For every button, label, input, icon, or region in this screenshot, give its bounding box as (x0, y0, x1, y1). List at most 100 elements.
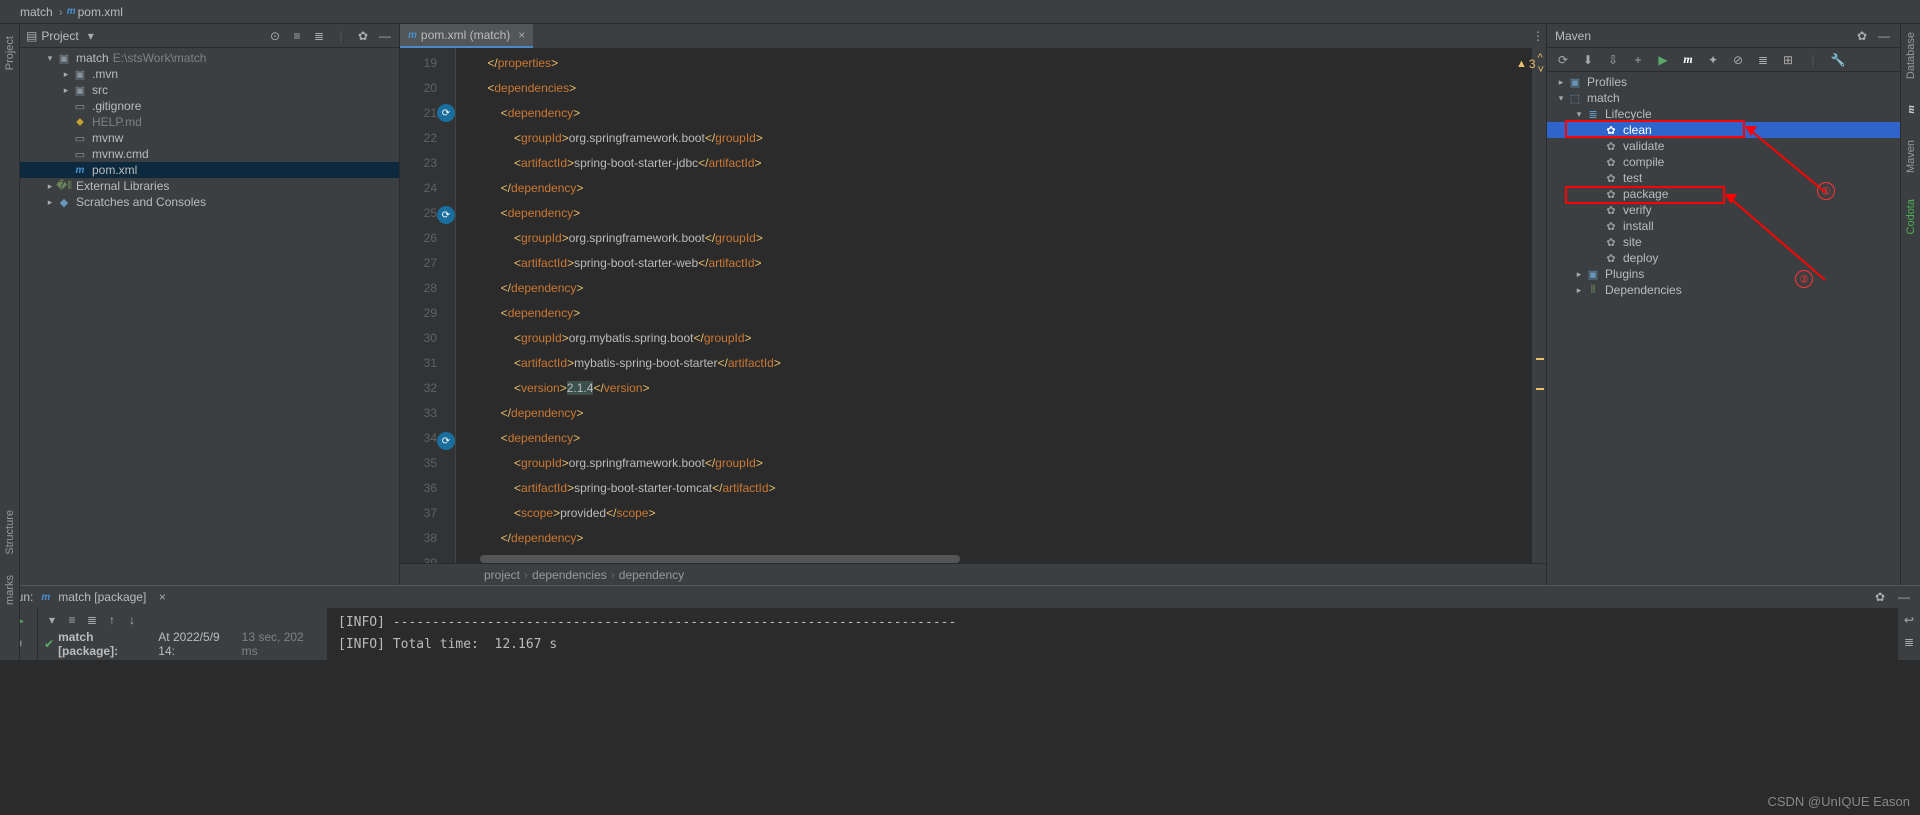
down-icon[interactable]: ↓ (124, 612, 140, 628)
status-tail: 13 sec, 202 ms (242, 630, 321, 658)
close-run-tab[interactable]: × (154, 589, 170, 605)
maven-item-Dependencies[interactable]: ▸⫴Dependencies (1547, 282, 1900, 298)
maven-item-clean[interactable]: ✿clean (1547, 122, 1900, 138)
divider: | (333, 28, 349, 44)
project-item-src[interactable]: ▸▣src (20, 82, 399, 98)
fold-badge-icon[interactable]: ⟳ (437, 206, 455, 224)
breadcrumb-sep: › (55, 5, 67, 19)
bc-dependencies[interactable]: dependencies (528, 568, 611, 582)
tab-bookmarks[interactable]: marks (4, 575, 16, 605)
project-item--gitignore[interactable]: ▭.gitignore (20, 98, 399, 114)
project-item-match[interactable]: ▾▣match E:\stsWork\match (20, 50, 399, 66)
maven-item-Profiles[interactable]: ▸▣Profiles (1547, 74, 1900, 90)
maven-item-compile[interactable]: ✿compile (1547, 154, 1900, 170)
close-tab-icon[interactable]: × (514, 28, 525, 42)
wrench-icon[interactable]: 🔧 (1830, 52, 1846, 68)
check-icon: ✔ (44, 637, 54, 651)
tab-project[interactable]: Project (4, 36, 16, 70)
project-item-External-Libraries[interactable]: ▸�⫴External Libraries (20, 178, 399, 194)
tab-codota[interactable]: Codota (1905, 199, 1917, 234)
hide-icon[interactable]: — (1896, 589, 1912, 605)
expand-icon[interactable]: ≡ (64, 612, 80, 628)
divider: | (1805, 52, 1821, 68)
scroll-end-icon[interactable]: ≣ (1901, 634, 1917, 650)
maven-item-package[interactable]: ✿package (1547, 186, 1900, 202)
execute-goal-icon[interactable]: m (1680, 52, 1696, 68)
breadcrumb-root[interactable]: match (18, 5, 55, 19)
breadcrumb-file[interactable]: pom.xml (76, 5, 125, 19)
editor-body[interactable]: 1920212223242526272829303132333435363738… (400, 48, 1546, 563)
bc-dependency[interactable]: dependency (615, 568, 688, 582)
project-item-HELP-md[interactable]: ⬥HELP.md (20, 114, 399, 130)
maven-item-Lifecycle[interactable]: ▾≣Lifecycle (1547, 106, 1900, 122)
project-item-mvnw-cmd[interactable]: ▭mvnw.cmd (20, 146, 399, 162)
warning-badge[interactable]: ▲3 ^ ˅ (1516, 52, 1544, 76)
editor-tabs: m pom.xml (match) × ⋮ (400, 24, 1546, 48)
maven-tree[interactable]: ▸▣Profiles▾⬚match▾≣Lifecycle✿clean✿valid… (1547, 72, 1900, 585)
maven-item-Plugins[interactable]: ▸▣Plugins (1547, 266, 1900, 282)
tab-label: pom.xml (match) (421, 28, 510, 42)
hide-icon[interactable]: — (377, 28, 393, 44)
run-settings-icon[interactable]: ✿ (1872, 589, 1888, 605)
fold-badge-icon[interactable]: ⟳ (437, 104, 455, 122)
reload-icon[interactable]: ⟳ (1555, 52, 1571, 68)
toggle-offline-icon[interactable]: ✦ (1705, 52, 1721, 68)
project-item-pom-xml[interactable]: mpom.xml (20, 162, 399, 178)
hide-icon[interactable]: — (1876, 28, 1892, 44)
maven-item-deploy[interactable]: ✿deploy (1547, 250, 1900, 266)
filter-icon[interactable]: ▾ (44, 612, 60, 628)
tab-menu-icon[interactable]: ⋮ (1530, 28, 1546, 44)
pom-icon: m (408, 30, 417, 41)
bc-project[interactable]: project (480, 568, 524, 582)
run-header: Run: m match [package] × ✿ — (0, 586, 1920, 608)
add-icon[interactable]: + (1630, 52, 1646, 68)
maven-item-test[interactable]: ✿test (1547, 170, 1900, 186)
annotation-marker-2: ② (1795, 270, 1813, 288)
project-item--mvn[interactable]: ▸▣.mvn (20, 66, 399, 82)
settings-icon[interactable]: ✿ (355, 28, 371, 44)
select-opened-icon[interactable]: ⊙ (267, 28, 283, 44)
editor-area: m pom.xml (match) × ⋮ 192021222324252627… (400, 24, 1546, 585)
tab-database[interactable]: Database (1905, 32, 1917, 79)
up-icon[interactable]: ↑ (104, 612, 120, 628)
run-console[interactable]: [INFO] ---------------------------------… (328, 608, 1898, 660)
editor-tab-pom[interactable]: m pom.xml (match) × (400, 24, 533, 48)
maven-item-verify[interactable]: ✿verify (1547, 202, 1900, 218)
horizontal-scrollbar[interactable] (480, 555, 960, 563)
line-gutter[interactable]: 1920212223242526272829303132333435363738… (400, 48, 456, 563)
run-config-name[interactable]: match [package] (58, 590, 146, 604)
editor-marker-strip[interactable]: ▲3 ^ ˅ (1532, 48, 1546, 563)
project-item-Scratches-and-Consoles[interactable]: ▸◆Scratches and Consoles (20, 194, 399, 210)
show-deps-icon[interactable]: ⊞ (1780, 52, 1796, 68)
code-content[interactable]: </properties> <dependencies> <dependency… (456, 48, 1532, 563)
maven-icon: m (41, 592, 50, 603)
maven-item-site[interactable]: ✿site (1547, 234, 1900, 250)
tab-maven-label[interactable]: Maven (1905, 140, 1917, 173)
settings-icon[interactable]: ✿ (1854, 28, 1870, 44)
download-icon[interactable]: ⇩ (1605, 52, 1621, 68)
maven-item-match[interactable]: ▾⬚match (1547, 90, 1900, 106)
tab-maven[interactable]: m (1905, 105, 1917, 114)
soft-wrap-icon[interactable]: ↩ (1901, 612, 1917, 628)
fold-badge-icon[interactable]: ⟳ (437, 432, 455, 450)
generate-sources-icon[interactable]: ⬇ (1580, 52, 1596, 68)
expand-all-icon[interactable]: ≡ (289, 28, 305, 44)
status-at: At 2022/5/9 14: (158, 630, 237, 658)
run-status-line[interactable]: ✔ match [package]: At 2022/5/9 14: 13 se… (44, 630, 321, 658)
skip-tests-icon[interactable]: ⊘ (1730, 52, 1746, 68)
collapse-all-icon[interactable]: ≣ (311, 28, 327, 44)
right-tool-strip: Database m Maven Codota (1900, 24, 1920, 585)
tab-structure[interactable]: Structure (4, 510, 16, 555)
dropdown-icon[interactable]: ▾ (83, 28, 99, 44)
maven-toolbar: ⟳ ⬇ ⇩ + ▶ m ✦ ⊘ ≣ ⊞ | 🔧 (1547, 48, 1900, 72)
maven-item-install[interactable]: ✿install (1547, 218, 1900, 234)
project-item-mvnw[interactable]: ▭mvnw (20, 130, 399, 146)
maven-panel: Maven ✿ — ⟳ ⬇ ⇩ + ▶ m ✦ ⊘ ≣ ⊞ | 🔧 ▸▣Prof… (1546, 24, 1900, 585)
run-tool-window: Run: m match [package] × ✿ — ▶ ■ ▾ ≡ ≣ ↑… (0, 585, 1920, 660)
collapse-icon[interactable]: ≣ (84, 612, 100, 628)
project-tree[interactable]: ▾▣match E:\stsWork\match▸▣.mvn▸▣src▭.git… (20, 48, 399, 585)
run-icon[interactable]: ▶ (1655, 52, 1671, 68)
project-title[interactable]: Project (41, 29, 78, 43)
maven-item-validate[interactable]: ✿validate (1547, 138, 1900, 154)
collapse-icon[interactable]: ≣ (1755, 52, 1771, 68)
